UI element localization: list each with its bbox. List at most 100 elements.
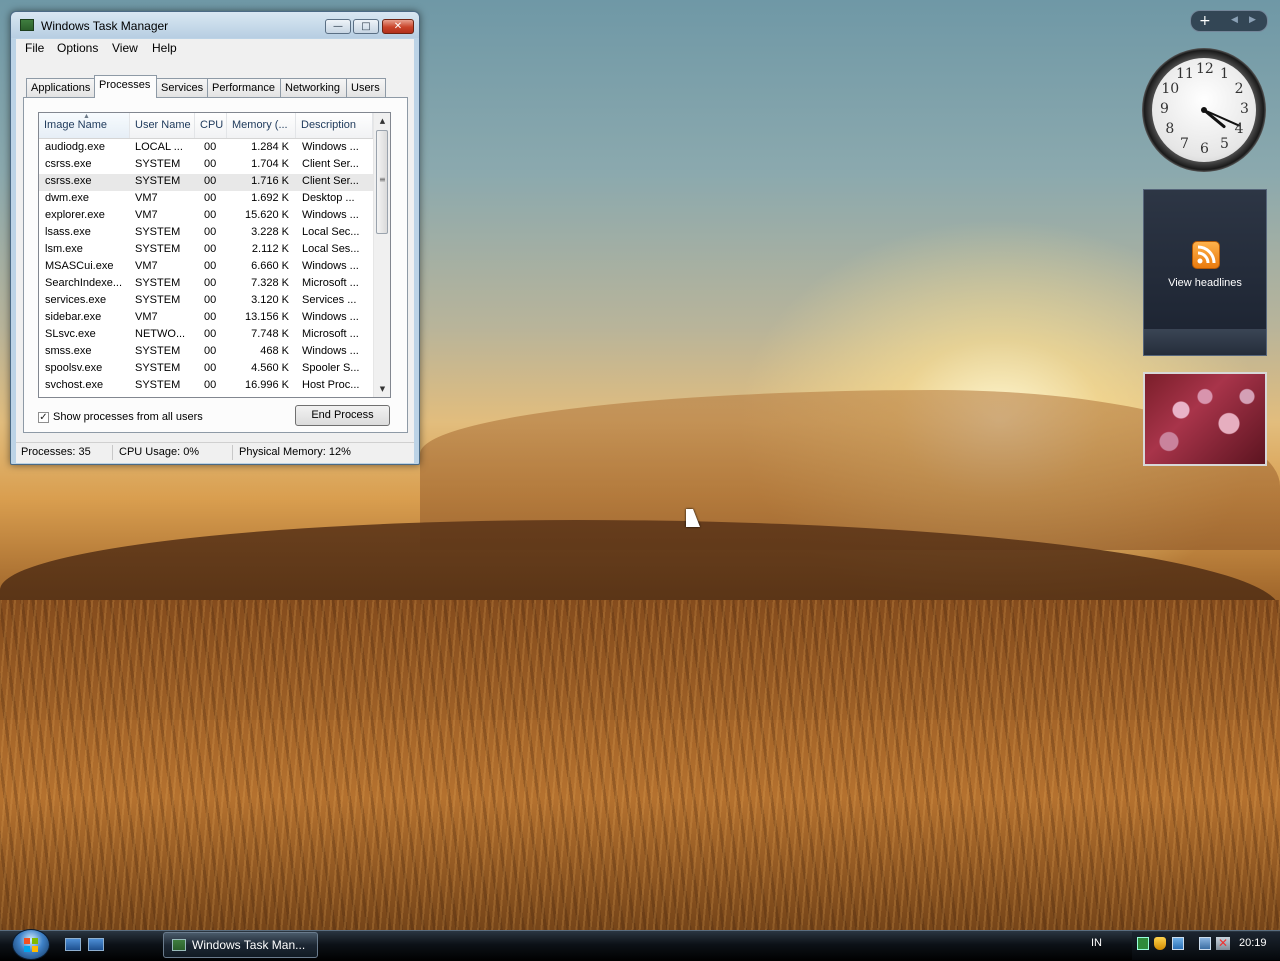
process-memory: 6.660 K	[251, 260, 289, 272]
process-list[interactable]: ▲ Image Name User Name CPU Memory (... D…	[38, 112, 391, 398]
process-name: csrss.exe	[45, 175, 92, 187]
next-page-icon[interactable]: ▶	[1249, 15, 1256, 25]
process-cpu: 00	[204, 294, 217, 306]
process-row[interactable]: explorer.exe VM7 00 15.620 K Windows ...	[39, 208, 373, 225]
column-header-cpu[interactable]: CPU	[195, 113, 227, 138]
column-header-memory[interactable]: Memory (...	[227, 113, 296, 138]
process-cpu: 00	[204, 311, 217, 323]
process-memory: 1.704 K	[251, 158, 289, 170]
column-header-image-name[interactable]: ▲ Image Name	[39, 113, 130, 138]
process-description: Windows ...	[302, 260, 359, 272]
network-icon[interactable]	[1172, 937, 1184, 950]
tab-services[interactable]: Services	[156, 78, 208, 97]
process-user: VM7	[135, 311, 158, 323]
security-shield-icon[interactable]	[1154, 937, 1166, 950]
taskbar-button-label: Windows Task Man...	[192, 938, 306, 952]
process-user: SYSTEM	[135, 158, 181, 170]
process-row[interactable]: lsass.exe SYSTEM 00 3.228 K Local Sec...	[39, 225, 373, 242]
process-row[interactable]: spoolsv.exe SYSTEM 00 4.560 K Spooler S...	[39, 361, 373, 378]
process-row[interactable]: dwm.exe VM7 00 1.692 K Desktop ...	[39, 191, 373, 208]
process-row[interactable]: audiodg.exe LOCAL ... 00 1.284 K Windows ...	[39, 140, 373, 157]
network-disconnected-icon[interactable]	[1199, 937, 1211, 950]
scroll-up-arrow-icon[interactable]: ▲	[374, 113, 390, 129]
process-user: LOCAL ...	[135, 141, 183, 153]
process-user: SYSTEM	[135, 345, 181, 357]
clock-numeral: 2	[1234, 81, 1244, 97]
add-gadget-icon[interactable]: +	[1199, 13, 1211, 29]
process-row[interactable]: lsm.exe SYSTEM 00 2.112 K Local Ses...	[39, 242, 373, 259]
menu-help[interactable]: Help	[152, 41, 177, 55]
process-user: SYSTEM	[135, 243, 181, 255]
process-memory: 13.156 K	[244, 311, 289, 323]
scroll-thumb[interactable]: ≡	[376, 130, 388, 234]
system-clock[interactable]: 20:19	[1239, 937, 1267, 949]
feed-headlines-gadget[interactable]: View headlines	[1143, 189, 1267, 356]
show-all-processes-label[interactable]: Show processes from all users	[53, 411, 203, 423]
tab-applications[interactable]: Applications	[26, 78, 95, 97]
show-all-processes-checkbox[interactable]: ✓	[38, 412, 49, 423]
process-cpu: 00	[204, 379, 217, 391]
process-name: SearchIndexe...	[45, 277, 123, 289]
menu-view[interactable]: View	[112, 41, 138, 55]
previous-page-icon[interactable]: ◀	[1231, 15, 1238, 25]
clock-numeral: 4	[1234, 121, 1244, 137]
process-row[interactable]: MSASCui.exe VM7 00 6.660 K Windows ...	[39, 259, 373, 276]
process-row[interactable]: svchost.exe SYSTEM 00 16.996 K Host Proc...	[39, 378, 373, 395]
switch-windows-icon[interactable]	[88, 938, 104, 951]
minimize-button[interactable]: —	[325, 19, 351, 34]
process-cpu: 00	[204, 243, 217, 255]
process-user: SYSTEM	[135, 294, 181, 306]
process-row[interactable]: csrss.exe SYSTEM 00 1.704 K Client Ser...	[39, 157, 373, 174]
process-user: SYSTEM	[135, 362, 181, 374]
status-separator	[112, 445, 113, 460]
process-memory: 7.748 K	[251, 328, 289, 340]
process-description: Microsoft ...	[302, 328, 359, 340]
process-name: smss.exe	[45, 345, 92, 357]
maximize-button[interactable]: □	[353, 19, 379, 34]
show-desktop-icon[interactable]	[65, 938, 81, 951]
language-indicator[interactable]: IN	[1091, 937, 1102, 949]
process-row[interactable]: sidebar.exe VM7 00 13.156 K Windows ...	[39, 310, 373, 327]
menu-file[interactable]: File	[25, 41, 44, 55]
column-header-description[interactable]: Description	[296, 113, 373, 138]
process-description: Spooler S...	[302, 362, 360, 374]
task-manager-app-icon	[172, 939, 186, 951]
process-row[interactable]: SLsvc.exe NETWO... 00 7.748 K Microsoft ...	[39, 327, 373, 344]
end-process-button[interactable]: End Process	[295, 405, 390, 426]
process-cpu: 00	[204, 226, 217, 238]
process-row[interactable]: services.exe SYSTEM 00 3.120 K Services ...	[39, 293, 373, 310]
tab-performance[interactable]: Performance	[207, 78, 281, 97]
process-description: Host Proc...	[302, 379, 360, 391]
process-row[interactable]: csrss.exe SYSTEM 00 1.716 K Client Ser...	[39, 174, 373, 191]
process-description: Client Ser...	[302, 158, 359, 170]
volume-muted-icon[interactable]: ✕	[1216, 937, 1230, 950]
sort-ascending-icon: ▲	[83, 113, 90, 120]
process-name: svchost.exe	[45, 379, 104, 391]
tab-users[interactable]: Users	[346, 78, 386, 97]
clock-gadget[interactable]: 12 1 2 3 4 5 6 7 8 9 10 11	[1142, 48, 1266, 172]
process-row[interactable]: SearchIndexe... SYSTEM 00 7.328 K Microsoft …	[39, 276, 373, 293]
process-memory: 3.120 K	[251, 294, 289, 306]
status-physical-memory: Physical Memory: 12%	[239, 446, 351, 458]
menu-options[interactable]: Options	[57, 41, 98, 55]
process-user: SYSTEM	[135, 379, 181, 391]
tray-app-icon[interactable]	[1137, 937, 1149, 950]
process-description: Windows ...	[302, 311, 359, 323]
scroll-down-arrow-icon[interactable]: ▼	[374, 381, 390, 397]
process-cpu: 00	[204, 328, 217, 340]
process-cpu: 00	[204, 345, 217, 357]
vertical-scrollbar[interactable]: ▲ ≡ ▼	[373, 113, 390, 397]
column-header-user-name[interactable]: User Name	[130, 113, 195, 138]
close-button[interactable]: ✕	[382, 19, 414, 34]
windows-logo-icon	[24, 938, 38, 952]
process-description: Microsoft ...	[302, 277, 359, 289]
tab-networking[interactable]: Networking	[280, 78, 347, 97]
title-bar[interactable]: Windows Task Manager — □ ✕	[11, 12, 419, 38]
slideshow-gadget-image[interactable]	[1143, 372, 1267, 466]
view-headlines-link[interactable]: View headlines	[1144, 277, 1266, 289]
tab-processes[interactable]: Processes	[94, 75, 157, 98]
task-manager-window[interactable]: Windows Task Manager — □ ✕ File Options …	[10, 11, 420, 465]
taskbar-button-task-manager[interactable]: Windows Task Man...	[163, 932, 318, 958]
start-button[interactable]	[12, 929, 50, 960]
process-row[interactable]: smss.exe SYSTEM 00 468 K Windows ...	[39, 344, 373, 361]
